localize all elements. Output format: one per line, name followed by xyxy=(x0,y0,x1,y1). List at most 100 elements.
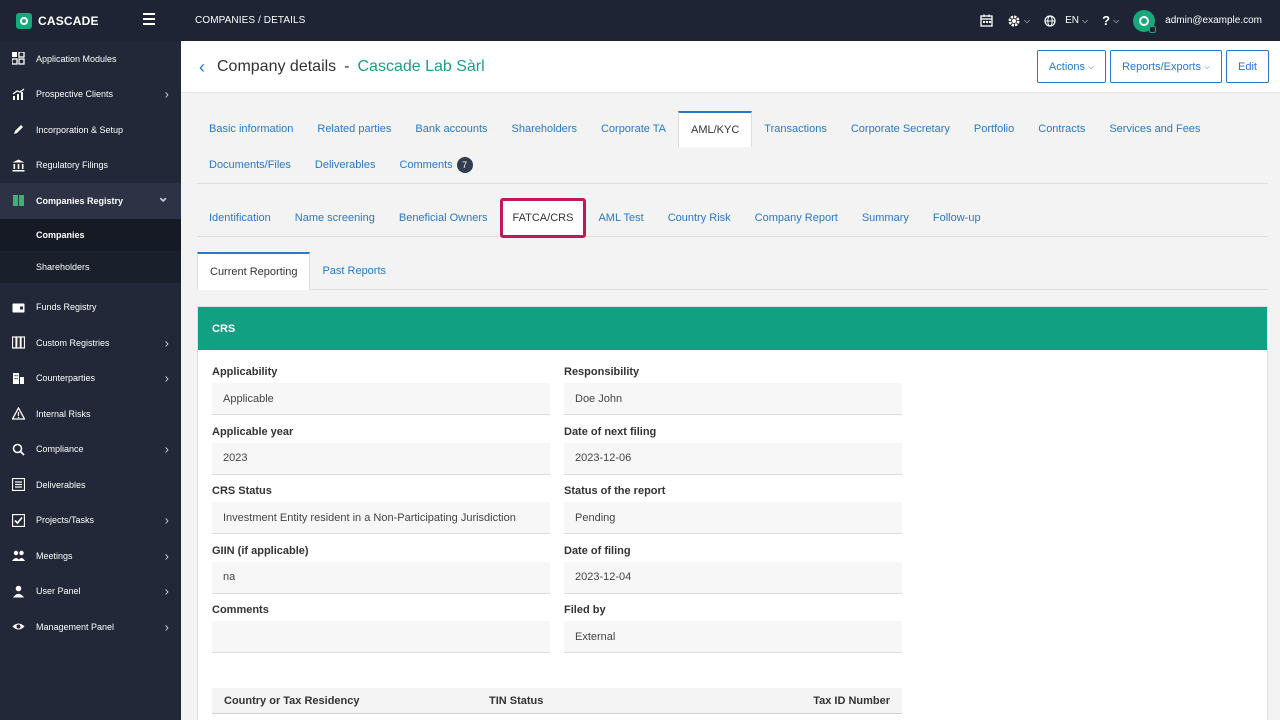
field-value: Investment Entity resident in a Non-Part… xyxy=(212,502,550,534)
field-date-of-next-filing: Date of next filing 2023-12-06 xyxy=(564,423,902,483)
column-header-tin-status: TIN Status xyxy=(489,694,544,707)
reports-exports-button[interactable]: Reports/Exports ⌵ xyxy=(1110,50,1223,83)
cascade-logo-icon xyxy=(16,12,32,29)
field-label: Filed by xyxy=(564,604,606,616)
field-label: Applicability xyxy=(212,366,278,378)
tab-services-and-fees[interactable]: Services and Fees xyxy=(1097,111,1212,147)
sidebar-item-prospective-clients[interactable]: Prospective Clients › xyxy=(0,77,181,113)
tab-label: Company Report xyxy=(754,211,838,224)
chevron-right-icon: › xyxy=(164,512,169,528)
tab-label: Related parties xyxy=(317,123,392,135)
chevron-right-icon: › xyxy=(164,370,169,386)
tab-corporate-secretary[interactable]: Corporate Secretary xyxy=(839,111,962,147)
sidebar-item-funds-registry[interactable]: Funds Registry xyxy=(0,290,181,326)
sidebar-item-meetings[interactable]: Meetings › xyxy=(0,538,181,574)
tab-documents-files[interactable]: Documents/Files xyxy=(197,147,303,183)
sidebar-item-application-modules[interactable]: Application Modules xyxy=(0,41,181,77)
crs-panel: CRS Applicability Applicable Responsibilit… xyxy=(197,306,1268,720)
sidebar-item-regulatory-filings[interactable]: Regulatory Filings xyxy=(0,148,181,184)
tab-related-parties[interactable]: Related parties xyxy=(305,111,403,147)
sidebar-item-label: Incorporation & Setup xyxy=(36,124,124,135)
field-value: Doe John xyxy=(564,383,902,415)
help-menu[interactable]: ? ⌵ xyxy=(1102,13,1119,28)
tab-label: Services and Fees xyxy=(1109,123,1201,135)
sidebar-item-internal-risks[interactable]: Internal Risks xyxy=(0,396,181,432)
tab-identification[interactable]: Identification xyxy=(197,199,283,237)
tab-label: Bank accounts xyxy=(415,123,488,135)
tab-bank-accounts[interactable]: Bank accounts xyxy=(403,111,499,147)
tab-label: Portfolio xyxy=(973,123,1015,135)
field-value: 2023-12-04 xyxy=(564,561,902,594)
sidebar-item-incorporation-setup[interactable]: Incorporation & Setup xyxy=(0,112,181,148)
chevron-right-icon: › xyxy=(164,441,169,457)
tab-country-risk[interactable]: Country Risk xyxy=(656,199,743,237)
tax-residency-table: Country or Tax Residency TIN Status Tax … xyxy=(212,688,902,714)
sidebar-item-companies-registry[interactable]: Companies Registry ⌄ xyxy=(0,183,181,219)
field-crs-status: CRS Status Investment Entity resident in … xyxy=(212,482,550,542)
pen-icon xyxy=(11,123,25,137)
tab-beneficial-owners[interactable]: Beneficial Owners xyxy=(387,199,500,237)
tab-label: Summary xyxy=(861,211,909,224)
hamburger-menu-icon[interactable] xyxy=(143,13,155,25)
tab-summary[interactable]: Summary xyxy=(850,199,921,237)
sidebar-item-label: Internal Risks xyxy=(36,408,91,419)
sidebar-item-label: User Panel xyxy=(36,586,81,597)
field-status-of-the-report: Status of the report Pending xyxy=(564,482,902,542)
page-title: Company details - Cascade Lab Sàrl xyxy=(217,58,485,76)
tab-label: Country Risk xyxy=(667,211,731,224)
tab-basic-information[interactable]: Basic information xyxy=(197,111,305,147)
sidebar-item-management-panel[interactable]: Management Panel › xyxy=(0,609,181,645)
sidebar-item-user-panel[interactable]: User Panel › xyxy=(0,574,181,610)
tab-comments[interactable]: Comments 7 xyxy=(387,147,484,183)
tab-aml-kyc[interactable]: AML/KYC xyxy=(677,111,753,147)
tab-label: AML/KYC xyxy=(690,124,740,136)
actions-button[interactable]: Actions ⌵ xyxy=(1036,50,1107,83)
calendar-icon[interactable] xyxy=(980,14,993,27)
wallet-icon xyxy=(11,300,25,314)
tab-shareholders[interactable]: Shareholders xyxy=(500,111,589,147)
sidebar-item-custom-registries[interactable]: Custom Registries › xyxy=(0,325,181,361)
user-icon xyxy=(11,584,25,598)
tab-current-reporting[interactable]: Current Reporting xyxy=(197,251,311,290)
sidebar-item-label: Meetings xyxy=(36,550,73,561)
field-applicability: Applicability Applicable xyxy=(212,363,550,423)
tab-aml-test[interactable]: AML Test xyxy=(586,199,655,237)
tab-company-report[interactable]: Company Report xyxy=(743,199,850,237)
chart-icon xyxy=(11,87,25,101)
sidebar-item-projects-tasks[interactable]: Projects/Tasks › xyxy=(0,503,181,539)
settings-menu[interactable]: ⌵ xyxy=(1007,14,1030,28)
actions-button-label: Actions xyxy=(1048,60,1085,73)
sidebar-subitem-companies[interactable]: Companies xyxy=(0,218,181,251)
language-menu[interactable]: EN ⌵ xyxy=(1044,14,1088,27)
user-menu[interactable]: admin@example.com xyxy=(1133,9,1262,33)
sidebar-item-label: Custom Registries xyxy=(36,337,110,348)
chevron-right-icon: › xyxy=(164,86,169,102)
warning-icon xyxy=(11,407,25,421)
checkbox-icon xyxy=(11,513,25,527)
field-label: Date of next filing xyxy=(564,425,657,438)
edit-button[interactable]: Edit xyxy=(1226,50,1269,83)
tab-contracts[interactable]: Contracts xyxy=(1026,111,1097,147)
tab-label: Current Reporting xyxy=(210,265,298,278)
sidebar-subitem-shareholders[interactable]: Shareholders xyxy=(0,251,181,283)
back-arrow-icon[interactable]: ‹ xyxy=(199,58,205,76)
sidebar-item-compliance[interactable]: Compliance › xyxy=(0,432,181,468)
tab-name-screening[interactable]: Name screening xyxy=(283,199,387,237)
main-content: ‹ Company details - Cascade Lab Sàrl Actio… xyxy=(181,41,1280,720)
sidebar-item-deliverables[interactable]: Deliverables xyxy=(0,467,181,503)
tab-corporate-ta[interactable]: Corporate TA xyxy=(589,111,678,147)
sidebar-item-counterparties[interactable]: Counterparties › xyxy=(0,361,181,397)
tab-transactions[interactable]: Transactions xyxy=(752,111,839,147)
tab-portfolio[interactable]: Portfolio xyxy=(962,111,1026,147)
sidebar-item-label: Counterparties xyxy=(36,373,96,384)
tab-fatca-crs[interactable]: FATCA/CRS xyxy=(499,197,587,238)
brand[interactable]: CASCADE xyxy=(0,0,181,41)
company-name: Cascade Lab Sàrl xyxy=(357,57,485,75)
tab-label: Contracts xyxy=(1038,123,1086,135)
tab-deliverables[interactable]: Deliverables xyxy=(303,147,388,183)
chevron-right-icon: › xyxy=(164,335,169,351)
breadcrumb: COMPANIES / DETAILS xyxy=(195,15,306,26)
eye-icon xyxy=(11,620,25,634)
tab-past-reports[interactable]: Past Reports xyxy=(310,252,398,290)
tab-follow-up[interactable]: Follow-up xyxy=(921,199,993,237)
